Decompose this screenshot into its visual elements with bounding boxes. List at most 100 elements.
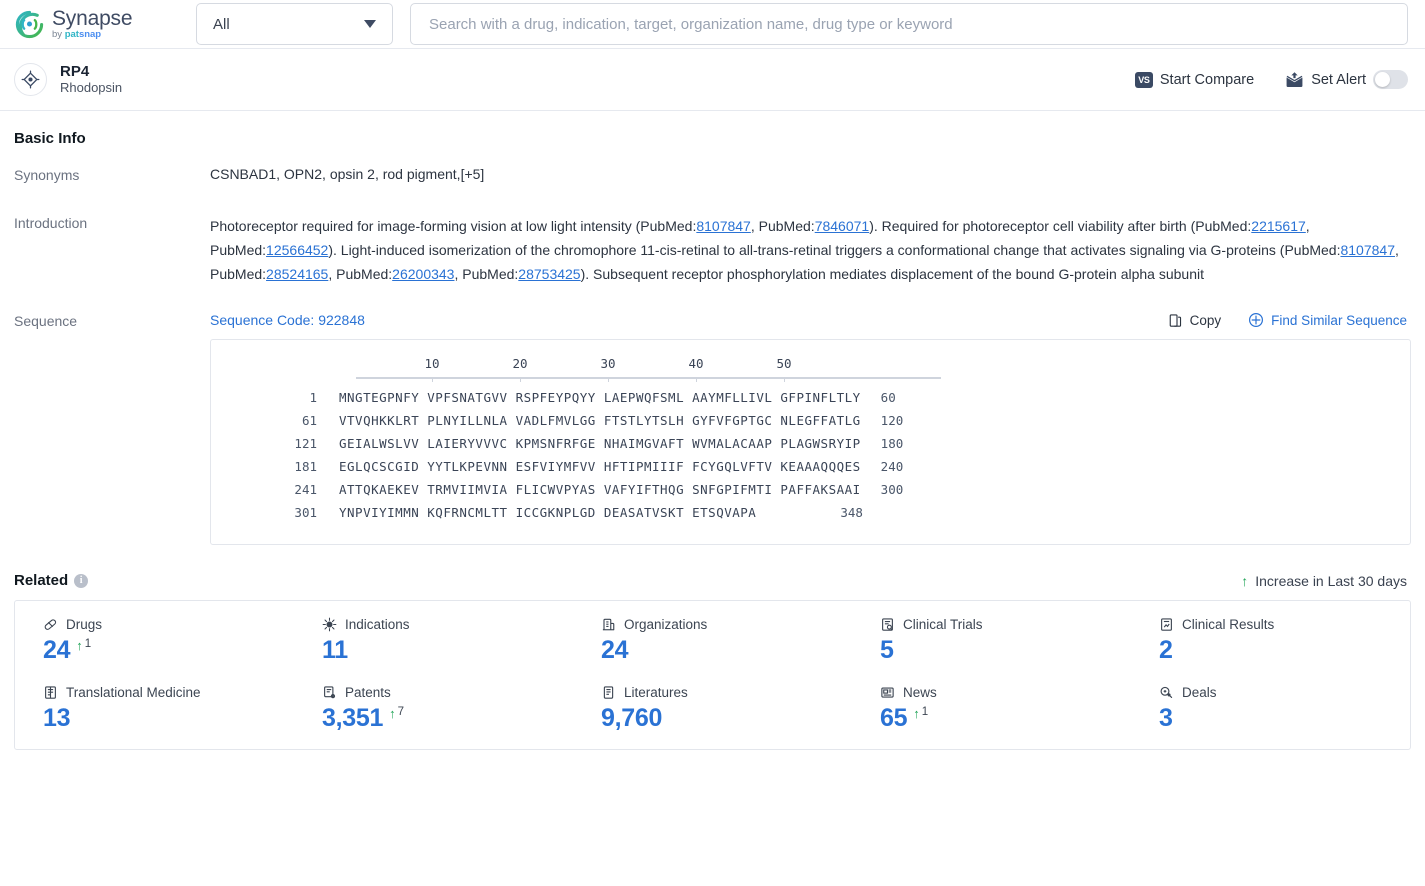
related-stat-value: 11 [322, 636, 348, 664]
sequence-start-index: 1 [309, 390, 317, 405]
start-compare-label: Start Compare [1159, 71, 1255, 88]
ruler-tick-label: 50 [776, 356, 792, 371]
find-similar-sequence-button[interactable]: Find Similar Sequence [1248, 312, 1407, 328]
sequence-residues: GEIALWSLVV LAIERYVVVC KPMSNFRFGE NHAIMGV… [339, 436, 861, 451]
news-icon [880, 685, 895, 700]
start-compare-button[interactable]: VS Start Compare [1134, 71, 1255, 88]
introduction-fragment: , PubMed: [454, 266, 519, 282]
sequence-start-index: 181 [294, 459, 317, 474]
search-scope-value: All [213, 15, 230, 33]
sequence-end-index: 240 [880, 459, 904, 474]
up-arrow-icon: ↑ [76, 638, 83, 653]
synonyms-label: Synonyms [14, 167, 80, 183]
sequence-line: 181 EGLQCSCGID YYTLKPEVNN ESFVIYMFVV HFTI… [271, 455, 1410, 478]
related-stat-value: 5 [880, 636, 894, 664]
synonyms-value: CSNBAD1, OPN2, opsin 2, rod pigment, [210, 166, 461, 182]
sequence-residues: YNPVIYIMMN KQFRNCMLTT ICCGKNPLGD DEASATV… [339, 505, 757, 520]
sequence-end-index: 120 [880, 413, 904, 428]
introduction-fragment: ). Light-induced isomerization of the ch… [328, 242, 1341, 258]
introduction-label: Introduction [14, 215, 88, 231]
related-stat-value: 13 [43, 704, 71, 732]
pubmed-link[interactable]: 28524165 [266, 266, 328, 282]
related-stat-value: 3 [1159, 704, 1173, 732]
sequence-start-index: 241 [294, 482, 317, 497]
pubmed-link[interactable]: 26200343 [392, 266, 454, 282]
related-stat-label: Patents [345, 685, 391, 700]
related-stat-label: Drugs [66, 617, 103, 632]
related-stat-clinical-results[interactable]: Clinical Results 2 [1131, 617, 1410, 663]
related-stat-literatures[interactable]: Literatures 9,760 [573, 685, 852, 731]
ruler-tick-label: 10 [424, 356, 440, 371]
sequence-code-link[interactable]: Sequence Code: 922848 [210, 312, 365, 328]
ruler-tick [696, 377, 697, 382]
sequence-rows: 1 MNGTEGPNFY VPFSNATGVV RSPFEYPQYY LAEPWQ… [211, 386, 1410, 524]
related-stat-delta-value: 1 [84, 638, 92, 650]
sequence-line: 301 YNPVIYIMMN KQFRNCMLTT ICCGKNPLGD DEAS… [271, 501, 1410, 524]
increase-legend-label: Increase in Last 30 days [1255, 572, 1407, 589]
related-stat-label: Indications [345, 617, 410, 632]
related-stat-drugs[interactable]: Drugs 24 ↑ 1 [15, 617, 294, 663]
introduction-fragment: Photoreceptor required for image-forming… [210, 218, 697, 234]
synapse-logo[interactable]: Synapse by patsnap [14, 8, 174, 40]
search-input[interactable] [427, 14, 1391, 34]
synonyms-row: Synonyms CSNBAD1, OPN2, opsin 2, rod pig… [14, 166, 1411, 184]
related-stat-organizations[interactable]: Organizations 24 [573, 617, 852, 663]
set-alert-toggle[interactable] [1373, 70, 1408, 89]
global-search[interactable] [410, 3, 1408, 45]
related-stat-indications[interactable]: Indications 11 [294, 617, 573, 663]
synonyms-more-link[interactable]: [+5] [461, 166, 485, 182]
clinical-result-icon [1159, 617, 1174, 632]
pubmed-link[interactable]: 8107847 [696, 218, 751, 234]
related-stat-news[interactable]: News 65 ↑ 1 [852, 685, 1131, 731]
ruler-tick [520, 377, 521, 382]
virus-icon [322, 617, 337, 632]
related-stat-delta-value: 1 [921, 706, 929, 718]
entity-alias: Rhodopsin [60, 80, 123, 96]
up-arrow-icon: ↑ [389, 706, 396, 721]
pubmed-link[interactable]: 7846071 [815, 218, 870, 234]
sequence-ruler: 10 20 30 40 50 [356, 356, 946, 386]
alert-mail-icon [1285, 71, 1304, 88]
pubmed-link[interactable]: 28753425 [518, 266, 580, 282]
building-icon [601, 617, 616, 632]
sequence-start-index: 121 [294, 436, 317, 451]
copy-sequence-button[interactable]: Copy [1168, 312, 1222, 328]
related-stat-label: Translational Medicine [66, 685, 201, 700]
pubmed-link[interactable]: 12566452 [266, 242, 328, 258]
info-icon[interactable]: i [74, 573, 89, 588]
target-icon [14, 63, 47, 96]
related-stat-clinical-trials[interactable]: Clinical Trials 5 [852, 617, 1131, 663]
related-stat-label: Literatures [624, 685, 688, 700]
sequence-residues: ATTQKAEKEV TRMVIIMVIA FLICWVPYAS VAFYIFT… [339, 482, 861, 497]
clinical-trial-icon [880, 617, 895, 632]
set-alert-control[interactable]: Set Alert [1285, 70, 1408, 89]
pill-icon [43, 617, 58, 632]
pubmed-link[interactable]: 8107847 [1340, 242, 1395, 258]
ruler-tick-label: 40 [688, 356, 704, 371]
related-stat-delta-value: 7 [397, 706, 404, 718]
introduction-text: Photoreceptor required for image-forming… [210, 214, 1411, 286]
related-stat-translational-medicine[interactable]: Translational Medicine 13 [15, 685, 294, 731]
related-card: Drugs 24 ↑ 1 Indications 11 Organizations 24 Cli… [14, 600, 1411, 750]
copy-label: Copy [1189, 312, 1222, 328]
main-content: Basic Info Synonyms CSNBAD1, OPN2, opsin… [0, 111, 1425, 750]
related-header: Related i ↑ Increase in Last 30 days [14, 545, 1411, 589]
related-stat-deals[interactable]: Deals 3 [1131, 685, 1410, 731]
set-alert-label: Set Alert [1311, 71, 1366, 88]
ruler-tick-label: 20 [512, 356, 528, 371]
related-stat-value: 9,760 [601, 704, 663, 732]
sequence-line: 241 ATTQKAEKEV TRMVIIMVIA FLICWVPYAS VAFY… [271, 478, 1410, 501]
patent-icon [322, 685, 337, 700]
sequence-label: Sequence [14, 313, 78, 329]
increase-legend: ↑ Increase in Last 30 days [1241, 573, 1411, 589]
introduction-row: Introduction Photoreceptor required for … [14, 214, 1411, 286]
search-scope-select[interactable]: All [196, 3, 393, 45]
related-stat-patents[interactable]: Patents 3,351 ↑ 7 [294, 685, 573, 731]
pubmed-link[interactable]: 2215617 [1251, 218, 1306, 234]
introduction-fragment: ). Required for photoreceptor cell viabi… [869, 218, 1252, 234]
translational-icon [43, 685, 58, 700]
ruler-tick-label: 30 [600, 356, 616, 371]
sequence-residues: MNGTEGPNFY VPFSNATGVV RSPFEYPQYY LAEPWQF… [339, 390, 861, 405]
sequence-residues: EGLQCSCGID YYTLKPEVNN ESFVIYMFVV HFTIPMI… [339, 459, 861, 474]
related-stat-value: 2 [1159, 636, 1173, 664]
